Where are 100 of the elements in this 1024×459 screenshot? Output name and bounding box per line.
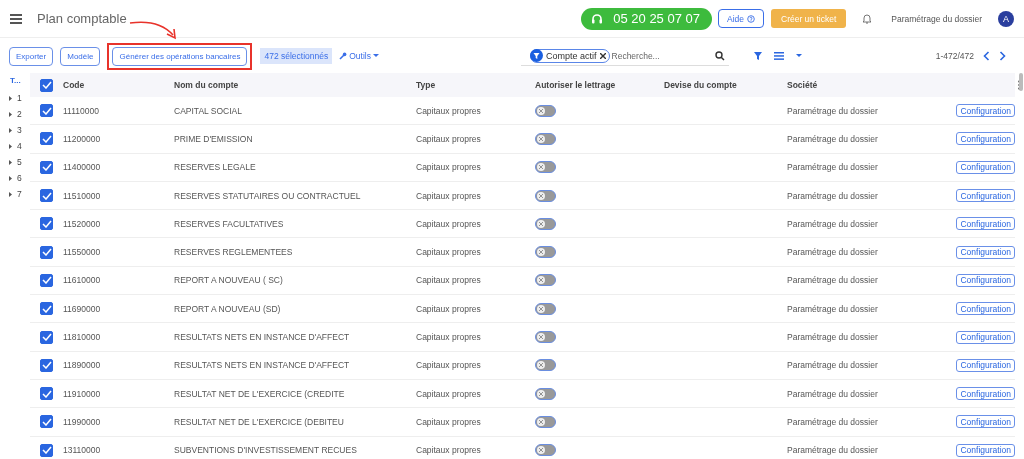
tree-item[interactable]: 2: [8, 106, 30, 122]
row-checkbox[interactable]: [40, 104, 53, 118]
x-icon: [539, 448, 543, 453]
toggle-switch[interactable]: [535, 387, 556, 400]
configuration-button[interactable]: Configuration: [956, 415, 1015, 429]
toggle-switch[interactable]: [535, 302, 556, 315]
column-header[interactable]: Devise du compte: [664, 80, 737, 90]
row-checkbox[interactable]: [40, 302, 53, 316]
row-checkbox[interactable]: [40, 273, 53, 287]
table-row[interactable]: 11990000 RESULTAT NET DE L'EXERCICE (DEBITEU Capitaux propres Paramétrage du dossier Configuration: [30, 408, 1015, 437]
previous-icon[interactable]: [983, 51, 990, 61]
row-checkbox[interactable]: [40, 387, 53, 401]
tree-item[interactable]: 1: [8, 90, 30, 106]
menu-icon[interactable]: [10, 13, 22, 24]
table-row[interactable]: 11510000 RESERVES STATUTAIRES OU CONTRACTUEL Capitaux propres Paramétrage du dossier Configuration: [30, 181, 1015, 211]
toggle-switch[interactable]: [535, 132, 556, 145]
close-icon[interactable]: [599, 52, 606, 59]
toggle-switch[interactable]: [535, 274, 556, 287]
configuration-button[interactable]: Configuration: [956, 273, 1015, 287]
row-checkbox[interactable]: [40, 189, 53, 203]
row-checkbox[interactable]: [40, 358, 53, 372]
tree-item[interactable]: 4: [8, 138, 30, 154]
table-row[interactable]: 11690000 REPORT A NOUVEAU (SD) Capitaux propres Paramétrage du dossier Configuration: [30, 295, 1015, 324]
row-checkbox[interactable]: [40, 330, 53, 344]
toolbar-button[interactable]: Générer des opérations bancaires: [112, 46, 248, 66]
toggle-switch[interactable]: [535, 189, 556, 202]
column-header[interactable]: Code: [63, 80, 85, 90]
column-header[interactable]: Société: [787, 80, 818, 90]
configuration-button[interactable]: Configuration: [956, 358, 1015, 372]
tree-item[interactable]: 5: [8, 154, 30, 170]
table-row[interactable]: 11400000 RESERVES LEGALE Capitaux propres Paramétrage du dossier Configuration: [30, 153, 1015, 182]
table-cell: RESERVES LEGALE: [174, 162, 256, 173]
table-row[interactable]: 13110000 SUBVENTIONS D'INVESTISSEMENT RECUES Capitaux propres Paramétrage du dossier Configuration: [30, 436, 1015, 459]
table-row[interactable]: 11200000 PRIME D'EMISSION Capitaux propres Paramétrage du dossier Configuration: [30, 125, 1015, 154]
scrollbar[interactable]: [1019, 73, 1023, 91]
tree-item[interactable]: 6: [8, 170, 30, 186]
toggle-switch[interactable]: [535, 331, 556, 343]
configuration-button[interactable]: Configuration: [956, 443, 1015, 457]
help-button[interactable]: Aide: [718, 9, 764, 28]
row-checkbox[interactable]: [40, 443, 53, 457]
toggle-switch[interactable]: [535, 104, 556, 117]
toggle-switch[interactable]: [535, 161, 556, 174]
search-icon[interactable]: [715, 50, 725, 61]
row-checkbox[interactable]: [40, 245, 53, 259]
x-icon: [539, 391, 543, 396]
table-cell: Capitaux propres: [416, 445, 481, 456]
column-header[interactable]: Nom du compte: [174, 80, 239, 90]
tree-header[interactable]: T...: [8, 76, 30, 85]
filter-icon[interactable]: [754, 52, 762, 60]
table-row[interactable]: 11610000 REPORT A NOUVEAU ( SC) Capitaux propres Paramétrage du dossier Configuration: [30, 266, 1015, 296]
table-cell: 11990000: [63, 416, 101, 427]
toggle-switch[interactable]: [535, 246, 556, 259]
table-row[interactable]: 11910000 RESULTAT NET DE L'EXERCICE (CREDITE Capitaux propres Paramétrage du dossier Configuration: [30, 379, 1015, 409]
toggle-switch[interactable]: [535, 217, 556, 230]
row-checkbox[interactable]: [40, 160, 53, 174]
caret-icon[interactable]: [796, 54, 802, 58]
avatar[interactable]: A: [998, 10, 1014, 27]
toggle-switch[interactable]: [535, 415, 556, 428]
table-cell: Paramétrage du dossier: [787, 388, 878, 399]
configuration-button[interactable]: Configuration: [956, 245, 1015, 259]
configuration-button[interactable]: Configuration: [956, 302, 1015, 316]
tree-item[interactable]: 3: [8, 122, 30, 138]
table-cell: Paramétrage du dossier: [787, 416, 878, 427]
row-checkbox[interactable]: [40, 415, 53, 429]
table-cell: 13110000: [63, 445, 101, 456]
table-cell: RESERVES REGLEMENTEES: [174, 247, 293, 258]
table-row[interactable]: 11520000 RESERVES FACULTATIVES Capitaux propres Paramétrage du dossier Configuration: [30, 210, 1015, 239]
table-cell: RESULTAT NET DE L'EXERCICE (CREDITE: [174, 388, 345, 399]
x-icon: [539, 363, 543, 368]
table-row[interactable]: 11810000 RESULTATS NETS EN INSTANCE D'AFFECT Capitaux propres Paramétrage du dossier Configuration: [30, 323, 1015, 352]
toolbar-button[interactable]: Modèle: [60, 46, 101, 66]
tree-item[interactable]: 7: [8, 186, 30, 202]
tools-menu[interactable]: Outils: [339, 51, 379, 61]
row-checkbox[interactable]: [40, 217, 53, 231]
toggle-switch[interactable]: [535, 444, 556, 457]
table-cell: RESULTAT NET DE L'EXERCICE (DEBITEU: [174, 416, 344, 427]
configuration-button[interactable]: Configuration: [956, 217, 1015, 231]
configuration-button[interactable]: Configuration: [956, 160, 1015, 174]
configuration-button[interactable]: Configuration: [956, 330, 1015, 344]
column-header[interactable]: Autoriser le lettrage: [535, 80, 616, 90]
next-icon[interactable]: [999, 51, 1006, 61]
x-icon: [539, 278, 543, 283]
configuration-button[interactable]: Configuration: [956, 189, 1015, 203]
dossier-link[interactable]: Paramétrage du dossier: [891, 13, 982, 24]
toggle-switch[interactable]: [535, 359, 556, 372]
column-header[interactable]: Type: [416, 80, 436, 90]
select-all-checkbox[interactable]: [40, 78, 53, 92]
search-field[interactable]: Compte actif Recherche...: [521, 46, 729, 66]
table-row[interactable]: 11890000 RESULTATS NETS EN INSTANCE D'AFFECT Capitaux propres Paramétrage du dossier Configuration: [30, 351, 1015, 380]
configuration-button[interactable]: Configuration: [956, 104, 1015, 118]
configuration-button[interactable]: Configuration: [956, 132, 1015, 146]
row-checkbox[interactable]: [40, 132, 53, 146]
list-icon[interactable]: [774, 52, 784, 60]
configuration-button[interactable]: Configuration: [956, 387, 1015, 401]
bell-icon[interactable]: [862, 13, 873, 24]
table-row[interactable]: 11550000 RESERVES REGLEMENTEES Capitaux propres Paramétrage du dossier Configuration: [30, 238, 1015, 267]
table-cell: 11690000: [63, 303, 101, 314]
toolbar-button[interactable]: Exporter: [9, 46, 54, 66]
filter-icon: [530, 49, 543, 62]
table-row[interactable]: 11110000 CAPITAL SOCIAL Capitaux propres Paramétrage du dossier Configuration: [30, 97, 1015, 126]
